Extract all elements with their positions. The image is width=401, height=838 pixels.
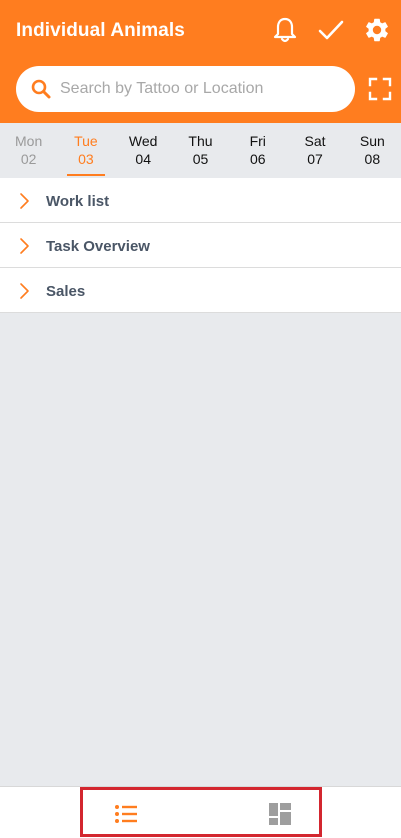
check-icon — [318, 20, 344, 40]
day-date: 08 — [364, 151, 381, 167]
day-name: Sat — [304, 133, 326, 149]
notifications-button[interactable] — [270, 14, 300, 46]
day-tab-sun[interactable]: Sun 08 — [344, 123, 401, 178]
nav-list-button[interactable] — [113, 801, 139, 827]
day-date: 02 — [20, 151, 37, 167]
dashboard-icon — [269, 803, 291, 825]
scan-frame-icon — [368, 77, 392, 101]
section-label: Task Overview — [46, 238, 150, 255]
search-input[interactable] — [60, 74, 340, 104]
section-row-task-overview[interactable]: Task Overview — [0, 223, 401, 268]
confirm-button[interactable] — [316, 14, 346, 46]
chevron-right-icon — [20, 283, 29, 299]
day-name: Tue — [74, 133, 98, 149]
settings-button[interactable] — [362, 14, 392, 46]
day-name: Mon — [15, 133, 43, 149]
section-list: Work list Task Overview Sales — [0, 178, 401, 313]
chevron-right-icon — [20, 193, 29, 209]
bell-icon — [273, 17, 297, 43]
day-date: 03 — [78, 151, 94, 167]
search-icon — [30, 78, 52, 100]
day-name: Wed — [128, 133, 158, 149]
day-name: Thu — [188, 133, 213, 149]
day-date: 06 — [249, 151, 266, 167]
search-bar — [16, 66, 355, 112]
day-tab-wed[interactable]: Wed 04 — [115, 123, 172, 178]
section-label: Sales — [46, 283, 86, 300]
day-tab-sat[interactable]: Sat 07 — [286, 123, 343, 178]
day-date: 05 — [192, 151, 209, 167]
list-icon — [115, 805, 137, 823]
app-header: Individual Animals — [0, 0, 401, 123]
day-tab-fri[interactable]: Fri 06 — [229, 123, 286, 178]
day-date: 07 — [307, 151, 323, 167]
section-label: Work list — [46, 193, 110, 210]
page-title: Individual Animals — [16, 20, 185, 41]
nav-dashboard-button[interactable] — [267, 801, 293, 827]
section-row-sales[interactable]: Sales — [0, 268, 401, 313]
gear-icon — [366, 18, 388, 42]
day-name: Sun — [359, 133, 385, 149]
day-date: 04 — [135, 151, 151, 167]
week-day-selector: Mon 02 Tue 03 Wed 04 Thu 05 Fri 06 Sat 07 Sun 08 — [0, 123, 401, 178]
day-tab-mon[interactable]: Mon 02 — [0, 123, 57, 178]
day-tab-tue[interactable]: Tue 03 — [57, 123, 114, 178]
day-name: Fri — [249, 133, 266, 149]
section-row-work-list[interactable]: Work list — [0, 178, 401, 223]
scan-button[interactable] — [367, 76, 393, 102]
chevron-right-icon — [20, 238, 29, 254]
day-tab-thu[interactable]: Thu 05 — [172, 123, 229, 178]
